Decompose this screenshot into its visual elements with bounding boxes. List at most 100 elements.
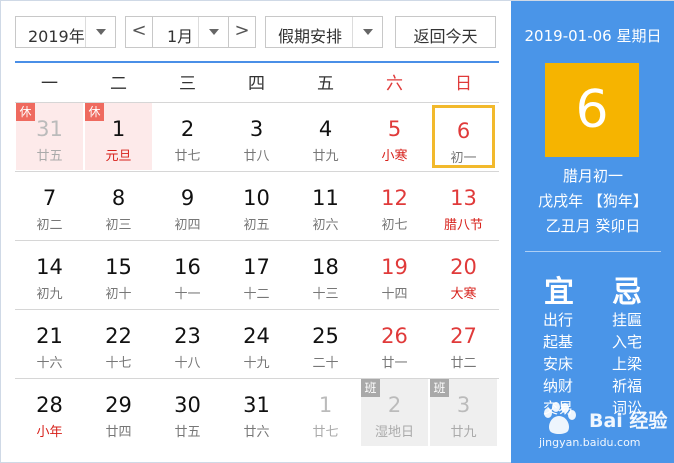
panel-divider (525, 251, 661, 252)
lunar-day: 初六 (312, 218, 339, 233)
day-number: 13 (450, 186, 477, 210)
holiday-select[interactable]: 假期安排 (265, 16, 383, 48)
day-number: 10 (243, 186, 270, 210)
day-cell[interactable]: 26 廿一 (361, 310, 428, 377)
month-select[interactable]: 1月 (152, 16, 229, 48)
lunar-day: 廿一 (381, 356, 408, 371)
chevron-down-icon[interactable] (198, 17, 228, 47)
day-number: 31 (36, 117, 63, 141)
day-cell[interactable]: 12 初七 (361, 172, 428, 239)
day-cell[interactable]: 15 初十 (85, 241, 152, 308)
year-select-value: 2019年 (28, 27, 85, 46)
lunar-day: 大寒 (450, 287, 477, 302)
day-number: 26 (381, 324, 408, 348)
day-cell[interactable]: 20 大寒 (430, 241, 497, 308)
day-number: 12 (381, 186, 408, 210)
lunar-day: 廿九 (312, 149, 339, 164)
watermark-text: Bai 经验 (589, 410, 668, 432)
baidu-jingyan-watermark: Bai 经验 jingyan.baidu.com (539, 398, 669, 456)
lunar-day: 十六 (36, 356, 63, 371)
prev-month-button[interactable]: < (125, 16, 153, 48)
day-number: 1 (318, 393, 333, 417)
day-number: 22 (105, 324, 132, 348)
yi-item: 安床 (542, 355, 573, 373)
weekday-label: 六 (386, 74, 403, 94)
day-number: 29 (105, 393, 132, 417)
day-cell[interactable]: 23 十八 (154, 310, 221, 377)
yi-item: 出行 (542, 311, 573, 329)
lunar-day: 初一 (450, 151, 477, 166)
back-to-today-button[interactable]: 返回今天 (395, 16, 496, 48)
day-cell[interactable]: 班 2 湿地日 (361, 379, 428, 446)
weekday-label: 五 (317, 74, 334, 94)
day-cell[interactable]: 3 廿八 (223, 103, 290, 170)
day-number: 25 (312, 324, 339, 348)
day-number: 18 (312, 255, 339, 279)
day-cell[interactable]: 22 十七 (85, 310, 152, 377)
next-month-button[interactable]: > (228, 16, 256, 48)
day-number: 19 (381, 255, 408, 279)
yi-item: 纳财 (542, 377, 573, 395)
chevron-down-icon[interactable] (85, 17, 115, 47)
day-cell[interactable]: 休 31 廿五 (16, 103, 83, 170)
day-number: 23 (174, 324, 201, 348)
lunar-day: 廿七 (174, 149, 201, 164)
day-cell[interactable]: 25 二十 (292, 310, 359, 377)
day-cell[interactable]: 13 腊八节 (430, 172, 497, 239)
day-cell[interactable]: 17 十二 (223, 241, 290, 308)
day-cell[interactable]: 14 初九 (16, 241, 83, 308)
day-cell[interactable]: 9 初四 (154, 172, 221, 239)
calendar-widget: 2019年 < 1月 > 假期安排 返回今天 一二三四五六日 休 31 廿五休 1 元旦… (0, 0, 674, 463)
day-cell[interactable]: 27 廿二 (430, 310, 497, 377)
day-cell[interactable]: 31 廿六 (223, 379, 290, 446)
day-detail-panel: 2019-01-06 星期日 6 腊月初一 戊戌年 【狗年】 乙丑月 癸卯日 宜… (511, 1, 674, 463)
year-select[interactable]: 2019年 (15, 16, 116, 48)
yi-item: 起基 (542, 333, 573, 351)
lunar-day: 廿九 (450, 425, 477, 440)
day-cell[interactable]: 5 小寒 (361, 103, 428, 170)
lunar-day: 廿二 (450, 356, 477, 371)
day-cell[interactable]: 休 1 元旦 (85, 103, 152, 170)
day-number: 15 (105, 255, 132, 279)
day-number: 24 (243, 324, 270, 348)
day-cell[interactable]: 11 初六 (292, 172, 359, 239)
day-number: 17 (243, 255, 270, 279)
lunar-day: 初四 (174, 218, 201, 233)
lunar-day: 初三 (105, 218, 132, 233)
day-cell[interactable]: 18 十三 (292, 241, 359, 308)
lunar-day: 廿五 (174, 425, 201, 440)
day-number: 30 (174, 393, 201, 417)
day-number: 3 (249, 117, 264, 141)
ji-item: 挂匾 (611, 311, 642, 329)
lunar-day: 小年 (36, 425, 63, 440)
day-cell[interactable]: 7 初二 (16, 172, 83, 239)
lunar-day: 十七 (105, 356, 132, 371)
ji-item: 祈福 (611, 377, 642, 395)
day-cell[interactable]: 29 廿四 (85, 379, 152, 446)
day-cell[interactable]: 8 初三 (85, 172, 152, 239)
big-day-number: 6 (545, 63, 639, 157)
lunar-day: 初七 (381, 218, 408, 233)
back-to-today-label: 返回今天 (413, 27, 478, 46)
day-cell[interactable]: 班 3 廿九 (430, 379, 497, 446)
lunar-day: 湿地日 (374, 425, 414, 440)
lunar-day: 二十 (312, 356, 339, 371)
day-cell[interactable]: 24 十九 (223, 310, 290, 377)
day-number: 21 (36, 324, 63, 348)
day-cell[interactable]: 21 十六 (16, 310, 83, 377)
day-cell[interactable]: 1 廿七 (292, 379, 359, 446)
day-number: 28 (36, 393, 63, 417)
chevron-down-icon[interactable] (352, 17, 382, 47)
lunar-day: 初九 (36, 287, 63, 302)
day-number: 9 (180, 186, 195, 210)
day-number: 2 (180, 117, 195, 141)
day-cell[interactable]: 28 小年 (16, 379, 83, 446)
day-cell[interactable]: 16 十一 (154, 241, 221, 308)
weekday-label: 日 (455, 74, 472, 94)
day-cell[interactable]: 10 初五 (223, 172, 290, 239)
day-cell[interactable]: 4 廿九 (292, 103, 359, 170)
day-cell[interactable]: 30 廿五 (154, 379, 221, 446)
day-cell[interactable]: 2 廿七 (154, 103, 221, 170)
day-cell[interactable]: 19 十四 (361, 241, 428, 308)
day-cell[interactable]: 6 初一 (432, 105, 495, 168)
